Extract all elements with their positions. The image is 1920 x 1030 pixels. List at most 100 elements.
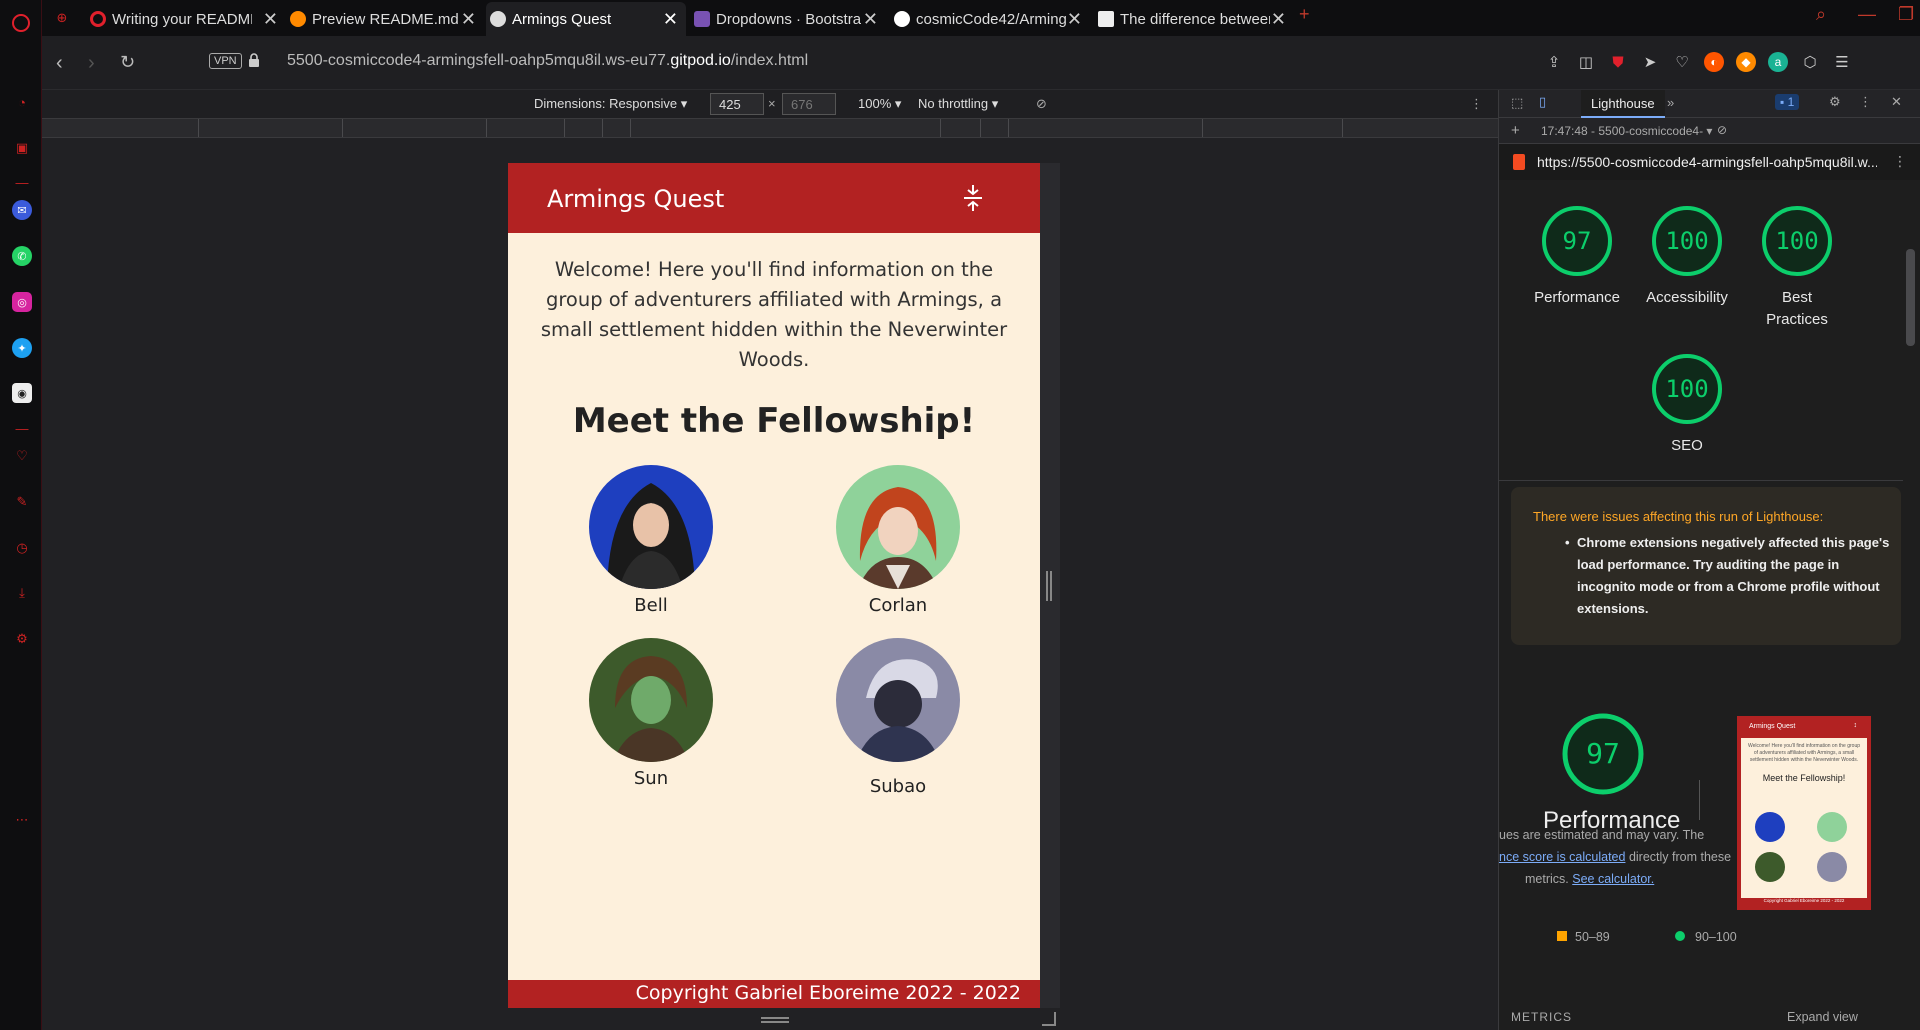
back-icon[interactable]: ‹ (56, 52, 63, 75)
more-icon[interactable]: ⋯ (12, 810, 32, 830)
resize-handle-right[interactable] (1046, 571, 1052, 601)
device-toggle-icon[interactable]: ▯ (1539, 94, 1546, 110)
tab-github-repo[interactable]: cosmicCode42/Armings-Fe ✕ (890, 2, 1090, 36)
close-icon[interactable]: ✕ (461, 9, 476, 30)
gamepad-icon[interactable]: ⊕ (52, 8, 72, 28)
forward-icon[interactable]: › (88, 52, 95, 75)
calculator-link[interactable]: See calculator. (1572, 872, 1654, 886)
score-calc-link[interactable]: nce score is calculated (1499, 850, 1625, 864)
tab-writing-readme[interactable]: Writing your README - Dev ✕ (86, 2, 286, 36)
nav-toggler-icon[interactable] (960, 183, 986, 213)
lighthouse-warning: There were issues affecting this run of … (1511, 487, 1901, 645)
report-select[interactable]: 17:47:48 - 5500-cosmiccode4- ▾ (1541, 124, 1712, 138)
throttling-dropdown[interactable]: No throttling ▾ (918, 96, 998, 112)
gauge-accessibility[interactable]: 100 Accessibility (1637, 204, 1737, 309)
new-tab-icon[interactable]: + (1299, 4, 1310, 25)
member-card-corlan[interactable]: Corlan (836, 465, 960, 616)
instagram-icon[interactable]: ◎ (12, 292, 32, 312)
gauge-seo[interactable]: 100 SEO (1637, 352, 1737, 457)
tab-lighthouse[interactable]: Lighthouse (1581, 90, 1665, 118)
search-tabs-icon[interactable]: ⌕ (1816, 4, 1826, 25)
throttling-label: No throttling (918, 96, 989, 111)
rotate-icon[interactable]: ⊘ (1036, 96, 1047, 112)
new-report-icon[interactable]: + (1511, 122, 1520, 139)
easy-setup-icon[interactable]: ☰ (1832, 52, 1852, 72)
reload-icon[interactable]: ↻ (120, 52, 135, 73)
scrollbar-thumb[interactable] (1906, 249, 1915, 346)
avatar-sun (589, 638, 713, 762)
dimensions-dropdown[interactable]: Dimensions: Responsive ▾ (534, 96, 687, 112)
height-input[interactable]: 676 (782, 93, 836, 115)
devtools-settings-icon[interactable]: ⚙ (1829, 94, 1841, 110)
speed-dial-icon[interactable]: ◔ (12, 92, 32, 112)
workspaces-icon[interactable]: ▣ (12, 138, 32, 158)
issues-badge[interactable]: ▪ 1 (1775, 94, 1800, 110)
perf-desc: metrics. See calculator. (1525, 872, 1654, 886)
more-tabs-icon[interactable]: » (1667, 95, 1674, 110)
settings-icon[interactable]: ⚙ (12, 629, 32, 649)
heart-icon[interactable]: ♡ (1672, 52, 1692, 72)
vpn-badge[interactable]: VPN (209, 53, 242, 69)
close-icon[interactable]: ✕ (663, 9, 678, 30)
gauge-performance[interactable]: 97 Performance (1527, 204, 1627, 309)
times-icon: × (768, 96, 776, 111)
report-url[interactable]: https://5500-cosmiccode4-armingsfell-oah… (1537, 154, 1877, 170)
width-input[interactable]: 425 (710, 93, 764, 115)
gitpod-extension-icon[interactable]: ◆ (1736, 52, 1756, 72)
close-icon[interactable]: ✕ (863, 9, 878, 30)
lock-icon[interactable] (248, 53, 260, 67)
minimize-icon[interactable]: — (1858, 4, 1876, 25)
devtools-close-icon[interactable]: ✕ (1891, 94, 1902, 110)
restore-icon[interactable]: ❐ (1898, 4, 1914, 25)
member-card-bell[interactable]: Bell (589, 465, 713, 616)
url-field[interactable]: 5500-cosmiccode4-armingsfell-oahp5mqu8il… (287, 52, 808, 70)
share-icon[interactable]: ⇪ (1544, 52, 1564, 72)
twitter-icon[interactable]: ✦ (12, 338, 32, 358)
legend-average: 50–89 (1557, 930, 1610, 944)
member-card-subao[interactable]: Subao (836, 638, 960, 797)
pinboard-icon[interactable]: ✎ (12, 492, 32, 512)
close-icon[interactable]: ✕ (1067, 9, 1082, 30)
tab-preview-readme[interactable]: Preview README.md - Arm ✕ (286, 2, 484, 36)
close-icon[interactable]: ✕ (263, 9, 278, 30)
resize-corner-icon[interactable] (1042, 1012, 1056, 1026)
zoom-dropdown[interactable]: 100% ▾ (858, 96, 901, 112)
expand-view-toggle[interactable]: Expand view (1787, 1010, 1858, 1024)
clear-icon[interactable]: ⊘ (1717, 123, 1727, 137)
snapshot-icon[interactable]: ◫ (1576, 52, 1596, 72)
opera-logo-icon[interactable] (12, 14, 30, 32)
tab-strip: ⊕ Writing your README - Dev ✕ Preview RE… (42, 0, 1920, 36)
gitpod-icon (290, 11, 306, 27)
history-icon[interactable]: ◷ (12, 538, 32, 558)
tab-armings-quest[interactable]: Armings Quest ✕ (486, 2, 686, 36)
thumb-avatar (1817, 852, 1847, 882)
legend-label: 50–89 (1575, 930, 1610, 944)
report-menu-icon[interactable]: ⋮ (1893, 153, 1907, 170)
heart-icon[interactable]: ♡ (12, 446, 32, 466)
extension-icon[interactable]: ◐ (1704, 52, 1724, 72)
gauge-best-practices[interactable]: 100 Best Practices (1747, 204, 1847, 331)
member-card-sun[interactable]: Sun (589, 638, 713, 789)
inspect-element-icon[interactable]: ⬚ (1511, 95, 1523, 111)
extensions-cube-icon[interactable]: ⬡ (1800, 52, 1820, 72)
site-brand[interactable]: Armings Quest (547, 185, 724, 213)
device-more-icon[interactable]: ⋮ (1470, 96, 1483, 112)
devtools-panel: ⬚ ▯ Lighthouse » ▪ 1 ⚙ ⋮ ✕ + 17:47:48 - … (1498, 90, 1920, 1030)
send-icon[interactable]: ➤ (1640, 52, 1660, 72)
thumb-avatar (1755, 812, 1785, 842)
page-screenshot-thumb[interactable]: Armings Quest ↕ Welcome! Here you'll find… (1737, 716, 1871, 910)
adblock-shield-icon[interactable]: ⛊ (1608, 52, 1628, 72)
tab-difference-between[interactable]: The difference between an ✕ (1094, 2, 1294, 36)
discord-icon[interactable]: ◉ (12, 383, 32, 403)
devtools-more-icon[interactable]: ⋮ (1859, 94, 1872, 110)
devtools-scrollbar[interactable] (1903, 243, 1917, 1023)
tab-bootstrap-dropdowns[interactable]: Dropdowns · Bootstrap v4.6 ✕ (690, 2, 886, 36)
grammar-extension-icon[interactable]: a (1768, 52, 1788, 72)
downloads-icon[interactable]: ⤓ (12, 583, 32, 603)
whatsapp-icon[interactable]: ✆ (12, 246, 32, 266)
resize-handle-bottom[interactable] (761, 1017, 789, 1023)
member-name: Subao (869, 776, 927, 797)
media-query-ruler[interactable] (42, 118, 1498, 138)
messenger-icon[interactable]: ✉ (12, 200, 32, 220)
close-icon[interactable]: ✕ (1271, 9, 1286, 30)
